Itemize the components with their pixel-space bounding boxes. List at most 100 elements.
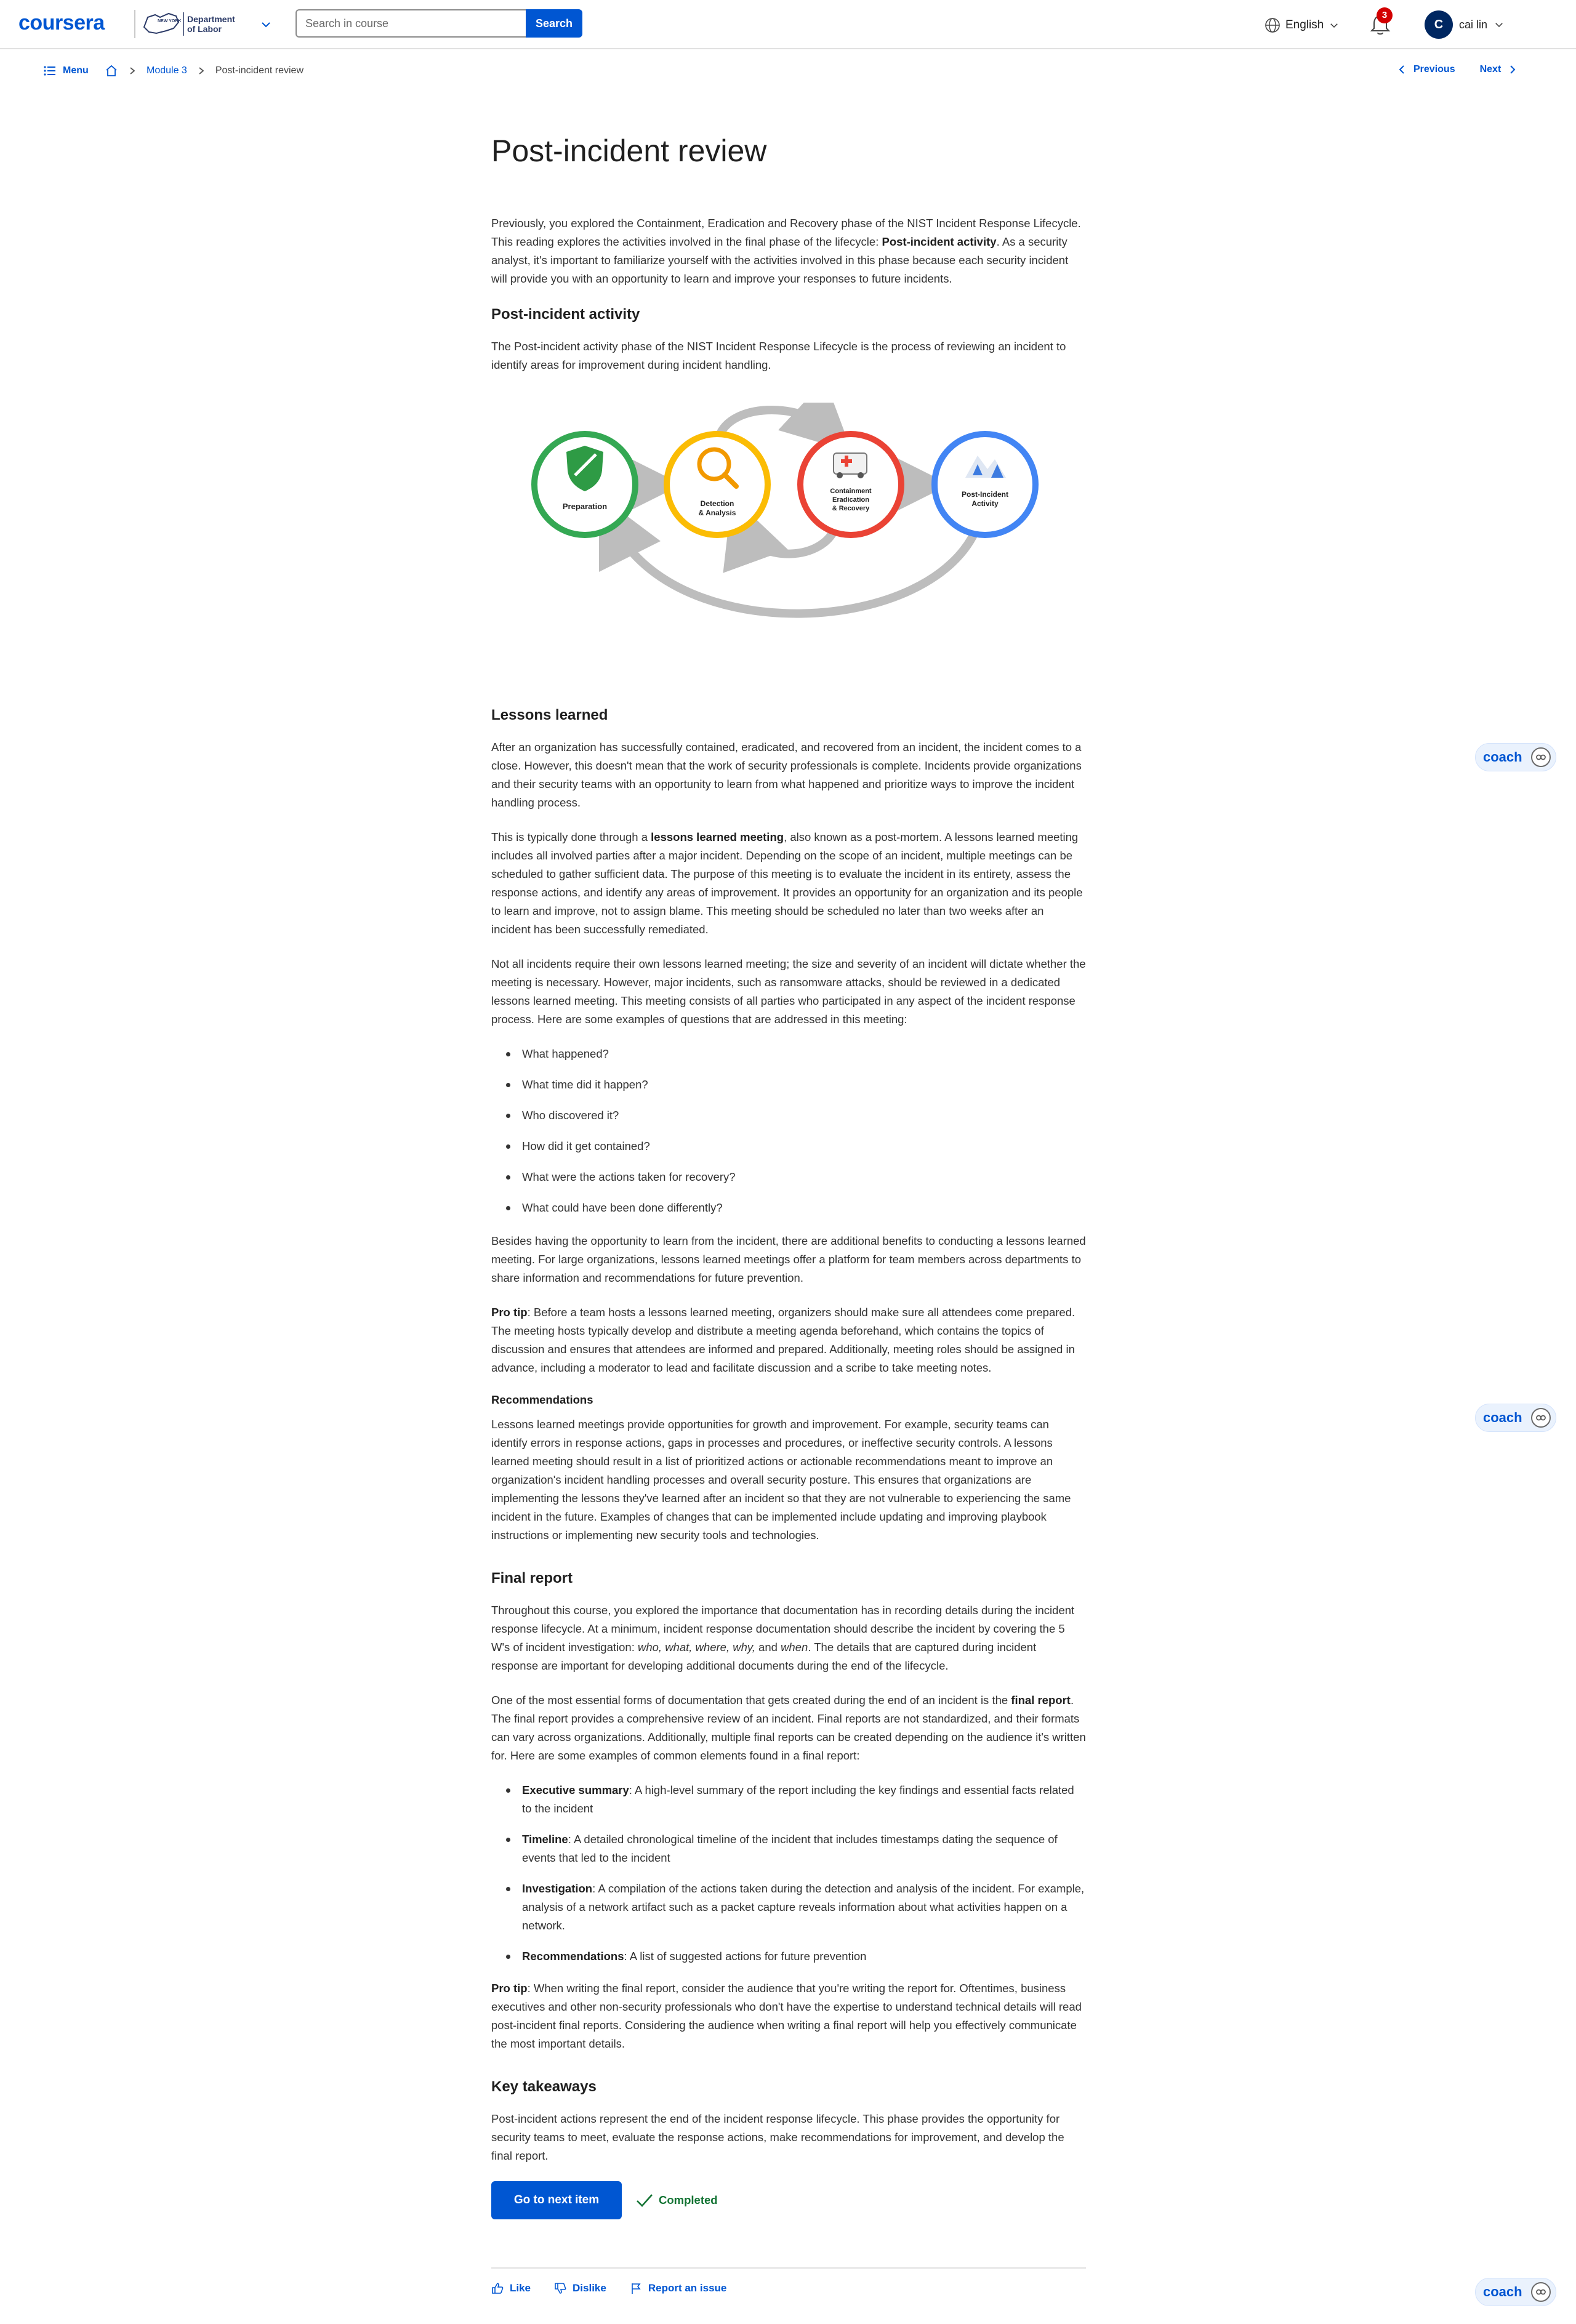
chevron-down-icon — [1330, 23, 1338, 28]
phase-label-post-2: Activity — [971, 499, 999, 508]
phase-preparation: Preparation — [531, 431, 638, 538]
next-button[interactable]: Next — [1480, 64, 1518, 75]
go-to-next-item-button[interactable]: Go to next item — [491, 2181, 622, 2219]
coach-icon — [1531, 747, 1551, 767]
coach-button[interactable]: coach — [1475, 743, 1556, 771]
search-button[interactable]: Search — [526, 9, 582, 38]
thumbs-down-icon — [555, 2283, 566, 2294]
notification-count-badge: 3 — [1377, 7, 1393, 23]
post-incident-paragraph: The Post-incident activity phase of the … — [491, 340, 1066, 371]
feedback-bar: Like Dislike Report an issue — [491, 2282, 1086, 2294]
like-label: Like — [510, 2282, 531, 2294]
like-button[interactable]: Like — [491, 2282, 531, 2294]
heading-lessons-learned: Lessons learned — [491, 707, 608, 723]
breadcrumb-current: Post-incident review — [215, 65, 304, 76]
language-label: English — [1285, 18, 1324, 31]
breadcrumb: Module 3 Post-incident review — [105, 64, 304, 78]
page-title: Post-incident review — [491, 134, 767, 168]
chevron-down-icon — [1495, 23, 1503, 28]
coach-icon — [1531, 2282, 1551, 2302]
previous-label: Previous — [1413, 64, 1455, 74]
partner-state: NEW YORK — [158, 19, 181, 23]
user-menu[interactable]: C cai lin — [1425, 10, 1505, 39]
phase-post-incident: Post-Incident Activity — [931, 431, 1039, 538]
list-item: What time did it happen? — [504, 1076, 1086, 1094]
heading-recommendations: Recommendations — [491, 1393, 593, 1406]
course-search: Search — [296, 9, 582, 38]
meeting-questions-list: What happened? What time did it happen? … — [504, 1045, 1086, 1217]
coach-button[interactable]: coach — [1475, 2278, 1556, 2306]
intro-paragraph: Previously, you explored the Containment… — [491, 217, 1081, 285]
loop-arrow-top — [715, 379, 852, 452]
list-item: What happened? — [504, 1045, 1086, 1063]
completion-actions: Go to next item Completed — [491, 2181, 1086, 2219]
divider — [491, 2267, 1086, 2269]
lessons-paragraph-3: Not all incidents require their own less… — [491, 957, 1086, 1026]
reading-content: Post-incident review Previously, you exp… — [491, 131, 1086, 2294]
loop-arrow-small — [723, 496, 840, 573]
report-issue-button[interactable]: Report an issue — [630, 2282, 727, 2294]
phase-label-detection-2: & Analysis — [699, 509, 736, 517]
chevron-down-icon[interactable] — [259, 17, 273, 32]
list-item: What could have been done differently? — [504, 1199, 1086, 1217]
chevron-right-icon — [199, 67, 204, 74]
phase-label-containment-1: Containment — [830, 488, 872, 495]
loop-arrow-return — [598, 494, 982, 618]
phase-label-post-1: Post-Incident — [962, 490, 1008, 499]
phase-detection: Detection & Analysis — [664, 431, 771, 538]
final-report-paragraph-1: Throughout this course, you explored the… — [491, 1604, 1075, 1672]
coursera-logo[interactable]: coursera — [18, 11, 105, 35]
nist-lifecycle-diagram: Preparation Detection & Analysis Contain… — [531, 379, 1039, 618]
list-menu-icon — [44, 66, 55, 76]
partner-logo[interactable]: NEW YORK Department of Labor — [142, 9, 252, 39]
home-icon[interactable] — [105, 64, 118, 78]
logo-divider — [134, 10, 135, 38]
list-item: How did it get contained? — [504, 1137, 1086, 1156]
coach-label: coach — [1483, 1410, 1522, 1425]
benefits-paragraph: Besides having the opportunity to learn … — [491, 1234, 1086, 1284]
globe-icon — [1265, 18, 1280, 33]
pro-tip-1: Pro tip: Before a team hosts a lessons l… — [491, 1306, 1075, 1374]
coach-button[interactable]: coach — [1475, 1404, 1556, 1432]
item-navigation: Previous Next — [1397, 64, 1517, 75]
phase-label-preparation: Preparation — [563, 502, 607, 511]
chevron-left-icon — [1399, 65, 1404, 74]
search-input[interactable] — [296, 9, 526, 38]
lessons-paragraph-2: This is typically done through a lessons… — [491, 830, 1083, 936]
heading-final-report: Final report — [491, 1570, 573, 1586]
partner-dept-line1: Department — [187, 14, 235, 24]
previous-button[interactable]: Previous — [1397, 64, 1455, 75]
completed-status: Completed — [635, 2192, 718, 2208]
key-takeaways-paragraph: Post-incident actions represent the end … — [491, 2112, 1064, 2162]
report-issue-label: Report an issue — [648, 2282, 727, 2294]
thumbs-up-icon — [492, 2283, 504, 2294]
ambulance-icon — [833, 452, 867, 475]
completed-label: Completed — [659, 2193, 718, 2206]
list-item: Who discovered it? — [504, 1106, 1086, 1125]
heading-key-takeaways: Key takeaways — [491, 2078, 597, 2095]
avatar: C — [1425, 10, 1453, 39]
menu-label: Menu — [63, 65, 89, 76]
report-elements-list: Executive summary: A high-level summary … — [504, 1781, 1086, 1966]
phase-label-containment-2: Eradication — [832, 496, 869, 504]
user-name: cai lin — [1459, 18, 1488, 31]
phase-containment: Containment Eradication & Recovery — [797, 431, 904, 538]
top-navigation-bar: coursera NEW YORK Department of Labor Se… — [0, 0, 1576, 49]
checkmark-icon — [637, 2194, 653, 2207]
list-item: What were the actions taken for recovery… — [504, 1168, 1086, 1186]
menu-button[interactable]: Menu — [43, 64, 89, 78]
next-label: Next — [1479, 64, 1502, 74]
language-selector[interactable]: English — [1264, 16, 1340, 34]
breadcrumb-module[interactable]: Module 3 — [147, 65, 187, 76]
dislike-label: Dislike — [573, 2282, 606, 2294]
lessons-paragraph-1: After an organization has successfully c… — [491, 741, 1082, 809]
list-item: Investigation: A compilation of the acti… — [504, 1880, 1086, 1935]
heading-post-incident-activity: Post-incident activity — [491, 306, 640, 323]
coach-label: coach — [1483, 749, 1522, 765]
dislike-button[interactable]: Dislike — [554, 2282, 606, 2294]
phase-label-detection-1: Detection — [701, 499, 734, 508]
flag-icon — [632, 2283, 641, 2294]
list-item: Recommendations: A list of suggested act… — [504, 1947, 1086, 1966]
coach-label: coach — [1483, 2284, 1522, 2299]
partner-dept-line2: of Labor — [187, 24, 222, 34]
